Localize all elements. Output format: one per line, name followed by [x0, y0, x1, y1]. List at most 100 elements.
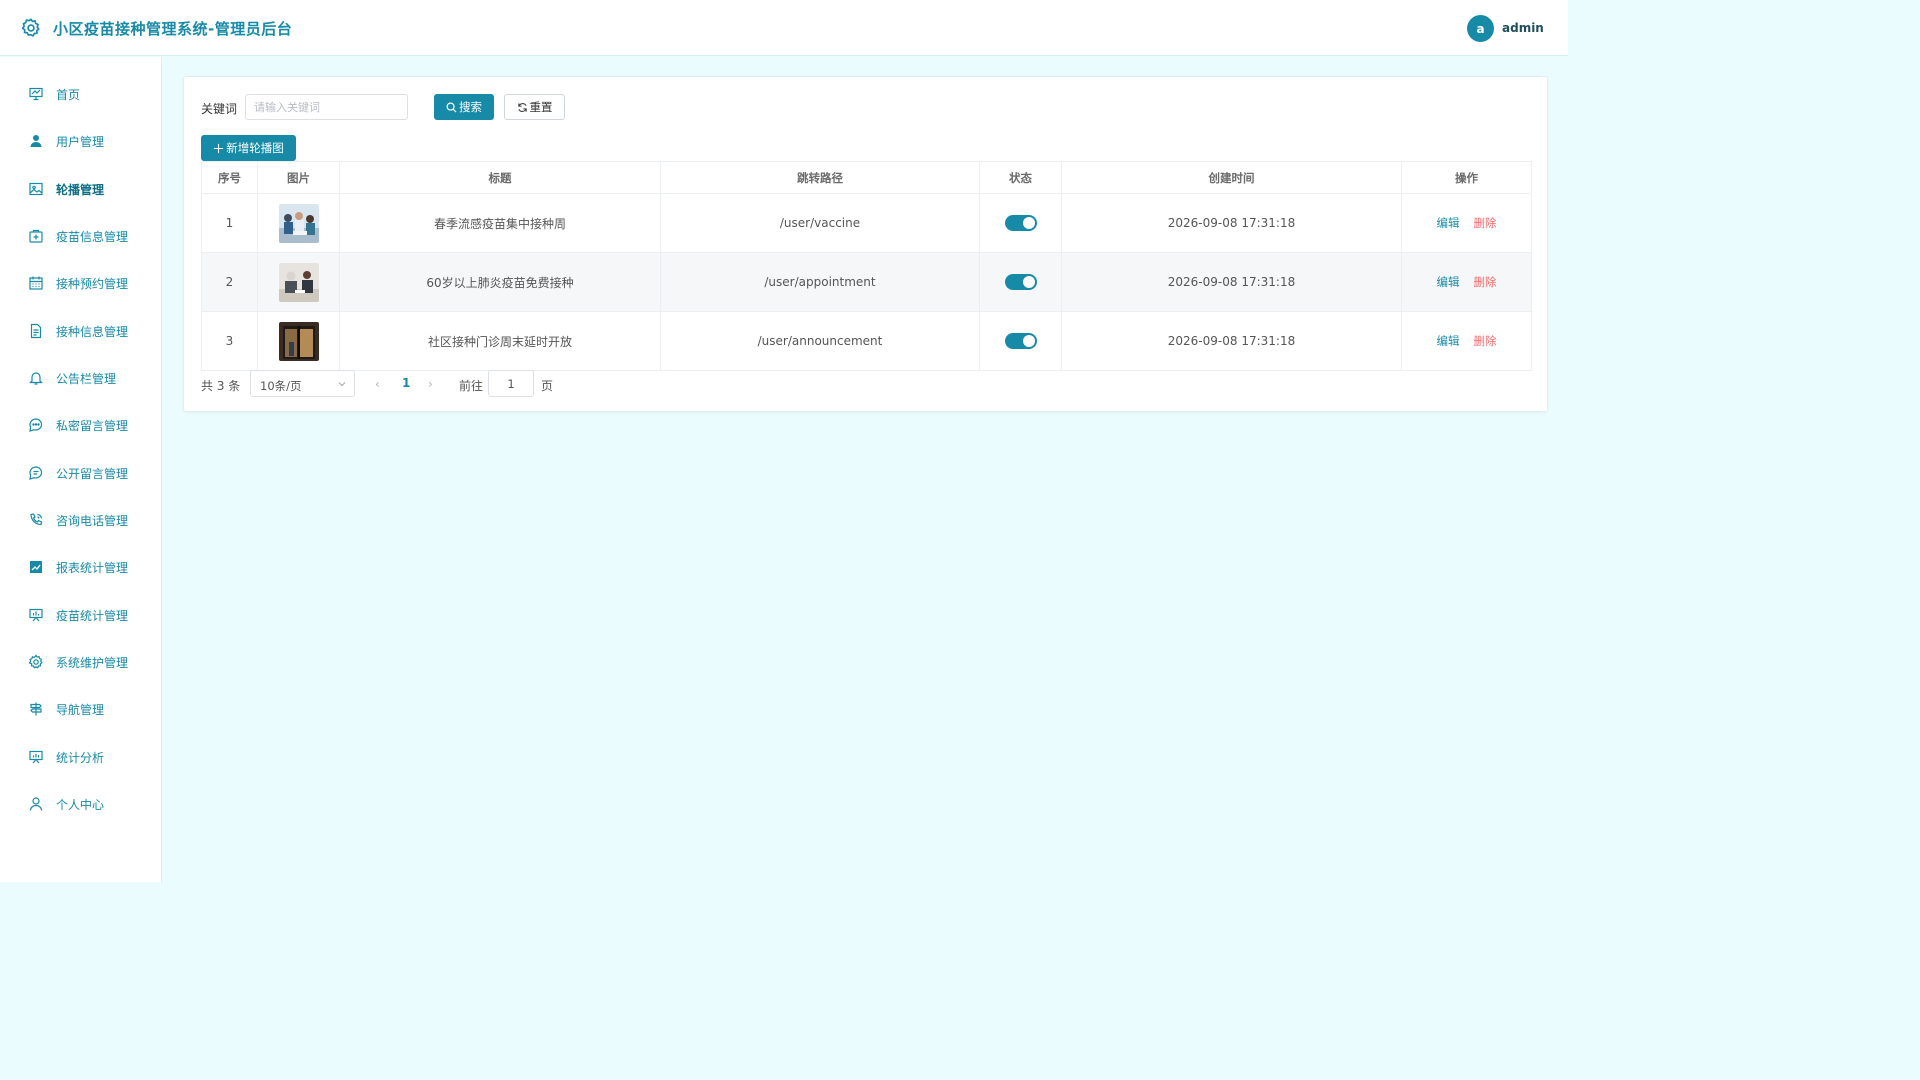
current-page-number[interactable]: 1: [402, 376, 410, 390]
refresh-icon: [517, 102, 527, 112]
sidebar-item-system-maintenance[interactable]: 系统维护管理: [0, 642, 161, 682]
sidebar-menu: 首页 用户管理 轮播管理 疫苗信息管理 接种预约管理 接种信息管理 公告栏管理 …: [0, 57, 162, 882]
chat-dots-icon: [29, 418, 43, 432]
edit-link[interactable]: 编辑: [1437, 216, 1460, 230]
row-path: /user/announcement: [660, 311, 980, 371]
page-size-value: 10条/页: [260, 379, 302, 393]
column-header-status: 状态: [979, 161, 1062, 194]
row-index: 3: [201, 311, 258, 371]
data-board-icon: [29, 608, 43, 622]
column-header-image: 图片: [257, 161, 340, 194]
row-created: 2026-09-08 17:31:18: [1061, 193, 1402, 253]
sidebar-item-analytics[interactable]: 统计分析: [0, 737, 161, 777]
sidebar-item-label: 导航管理: [56, 702, 105, 717]
sidebar-item-hotlines[interactable]: 咨询电话管理: [0, 500, 161, 540]
sidebar-item-private-messages[interactable]: 私密留言管理: [0, 405, 161, 445]
row-status-cell: [979, 311, 1062, 371]
row-title: 60岁以上肺炎疫苗免费接种: [339, 252, 661, 312]
phone-icon: [30, 513, 43, 526]
keyword-search-input[interactable]: [245, 94, 408, 120]
row-image-cell: [257, 252, 340, 312]
column-header-actions: 操作: [1401, 161, 1532, 194]
sidebar-item-carousel[interactable]: 轮播管理: [0, 169, 161, 209]
sidebar-item-public-messages[interactable]: 公开留言管理: [0, 453, 161, 493]
table-header-row: 序号 图片 标题 跳转路径 状态 创建时间 操作: [201, 161, 1532, 194]
table-row: 3 社区接种门诊周末延时开放 /user/announcement 2026-0…: [201, 311, 1532, 371]
sidebar-item-label: 私密留言管理: [56, 418, 129, 433]
prev-page-button[interactable]: ‹: [375, 377, 380, 391]
row-image-cell: [257, 193, 340, 253]
sidebar-item-label: 用户管理: [56, 134, 105, 149]
status-toggle[interactable]: [1004, 215, 1037, 231]
page-suffix-label: 页: [541, 379, 554, 393]
delete-link[interactable]: 删除: [1474, 334, 1497, 348]
sidebar-item-label: 接种预约管理: [56, 276, 129, 291]
row-created: 2026-09-08 17:31:18: [1061, 311, 1402, 371]
bell-icon: [29, 372, 43, 385]
reset-button-label: 重置: [529, 100, 553, 114]
top-header: 小区疫苗接种管理系统-管理员后台 a admin: [0, 0, 1568, 56]
search-button[interactable]: 搜索: [434, 94, 494, 120]
image-icon: [29, 182, 43, 196]
sidebar-item-label: 咨询电话管理: [56, 513, 129, 528]
sidebar-item-label: 系统维护管理: [56, 655, 129, 670]
reset-button[interactable]: 重置: [504, 94, 565, 120]
row-status-cell: [979, 252, 1062, 312]
crowd-vaccination-photo[interactable]: [278, 203, 319, 243]
clinic-entrance-photo[interactable]: [278, 321, 319, 361]
plus-icon: [214, 143, 224, 153]
pagination: 共 3 条 10条/页 ‹ 1 › 前往 页: [201, 370, 801, 398]
goto-page-input[interactable]: [488, 370, 534, 397]
keyword-label: 关键词: [201, 102, 238, 116]
goto-label: 前往: [459, 379, 484, 393]
data-line-icon: [30, 561, 42, 573]
column-header-path: 跳转路径: [660, 161, 980, 194]
row-index: 2: [201, 252, 258, 312]
row-image-cell: [257, 311, 340, 371]
gear-icon: [28, 654, 43, 669]
user-avatar[interactable]: a: [1467, 15, 1494, 42]
row-created: 2026-09-08 17:31:18: [1061, 252, 1402, 312]
data-analysis-icon: [29, 750, 43, 764]
sidebar-item-reports[interactable]: 报表统计管理: [0, 547, 161, 587]
sidebar-item-vaccine-stats[interactable]: 疫苗统计管理: [0, 595, 161, 635]
guide-icon: [30, 702, 42, 716]
sidebar-item-users[interactable]: 用户管理: [0, 121, 161, 161]
row-actions: 编辑 删除: [1401, 252, 1532, 312]
carousel-management-card: 关键词 搜索 重置 新增轮播图 序号 图片 标题 跳转路径 状态 创建时间 操作: [183, 76, 1548, 412]
row-status-cell: [979, 193, 1062, 253]
carousel-table: 序号 图片 标题 跳转路径 状态 创建时间 操作 1 春季流感疫苗集中接种周 /…: [201, 161, 1532, 371]
sidebar-item-home[interactable]: 首页: [0, 74, 161, 114]
sidebar-item-label: 疫苗信息管理: [56, 229, 129, 244]
user-icon: [30, 135, 42, 147]
sidebar-item-label: 公告栏管理: [56, 371, 117, 386]
sidebar-item-vaccination-records[interactable]: 接种信息管理: [0, 311, 161, 351]
edit-link[interactable]: 编辑: [1437, 275, 1460, 289]
sidebar-item-vaccine-info[interactable]: 疫苗信息管理: [0, 216, 161, 256]
chat-lines-icon: [29, 466, 43, 480]
edit-link[interactable]: 编辑: [1437, 334, 1460, 348]
username-label[interactable]: admin: [1502, 21, 1544, 35]
presentation-icon: [29, 87, 43, 101]
sidebar-item-label: 个人中心: [56, 797, 105, 812]
delete-link[interactable]: 删除: [1474, 216, 1497, 230]
sidebar-item-label: 公开留言管理: [56, 466, 129, 481]
page-size-select[interactable]: 10条/页: [250, 370, 355, 397]
sidebar-item-notices[interactable]: 公告栏管理: [0, 358, 161, 398]
delete-link[interactable]: 删除: [1474, 275, 1497, 289]
sidebar-item-label: 统计分析: [56, 750, 105, 765]
status-toggle[interactable]: [1004, 333, 1037, 349]
column-header-created: 创建时间: [1061, 161, 1402, 194]
sidebar-item-profile[interactable]: 个人中心: [0, 784, 161, 824]
row-index: 1: [201, 193, 258, 253]
calendar-icon: [29, 276, 43, 290]
status-toggle[interactable]: [1004, 274, 1037, 290]
row-actions: 编辑 删除: [1401, 193, 1532, 253]
elderly-consultation-photo[interactable]: [278, 262, 319, 302]
sidebar-item-navigation[interactable]: 导航管理: [0, 689, 161, 729]
next-page-button[interactable]: ›: [428, 377, 433, 391]
user-outline-icon: [29, 797, 43, 811]
add-carousel-button[interactable]: 新增轮播图: [201, 135, 296, 161]
sidebar-item-label: 报表统计管理: [56, 560, 129, 575]
sidebar-item-appointments[interactable]: 接种预约管理: [0, 263, 161, 303]
